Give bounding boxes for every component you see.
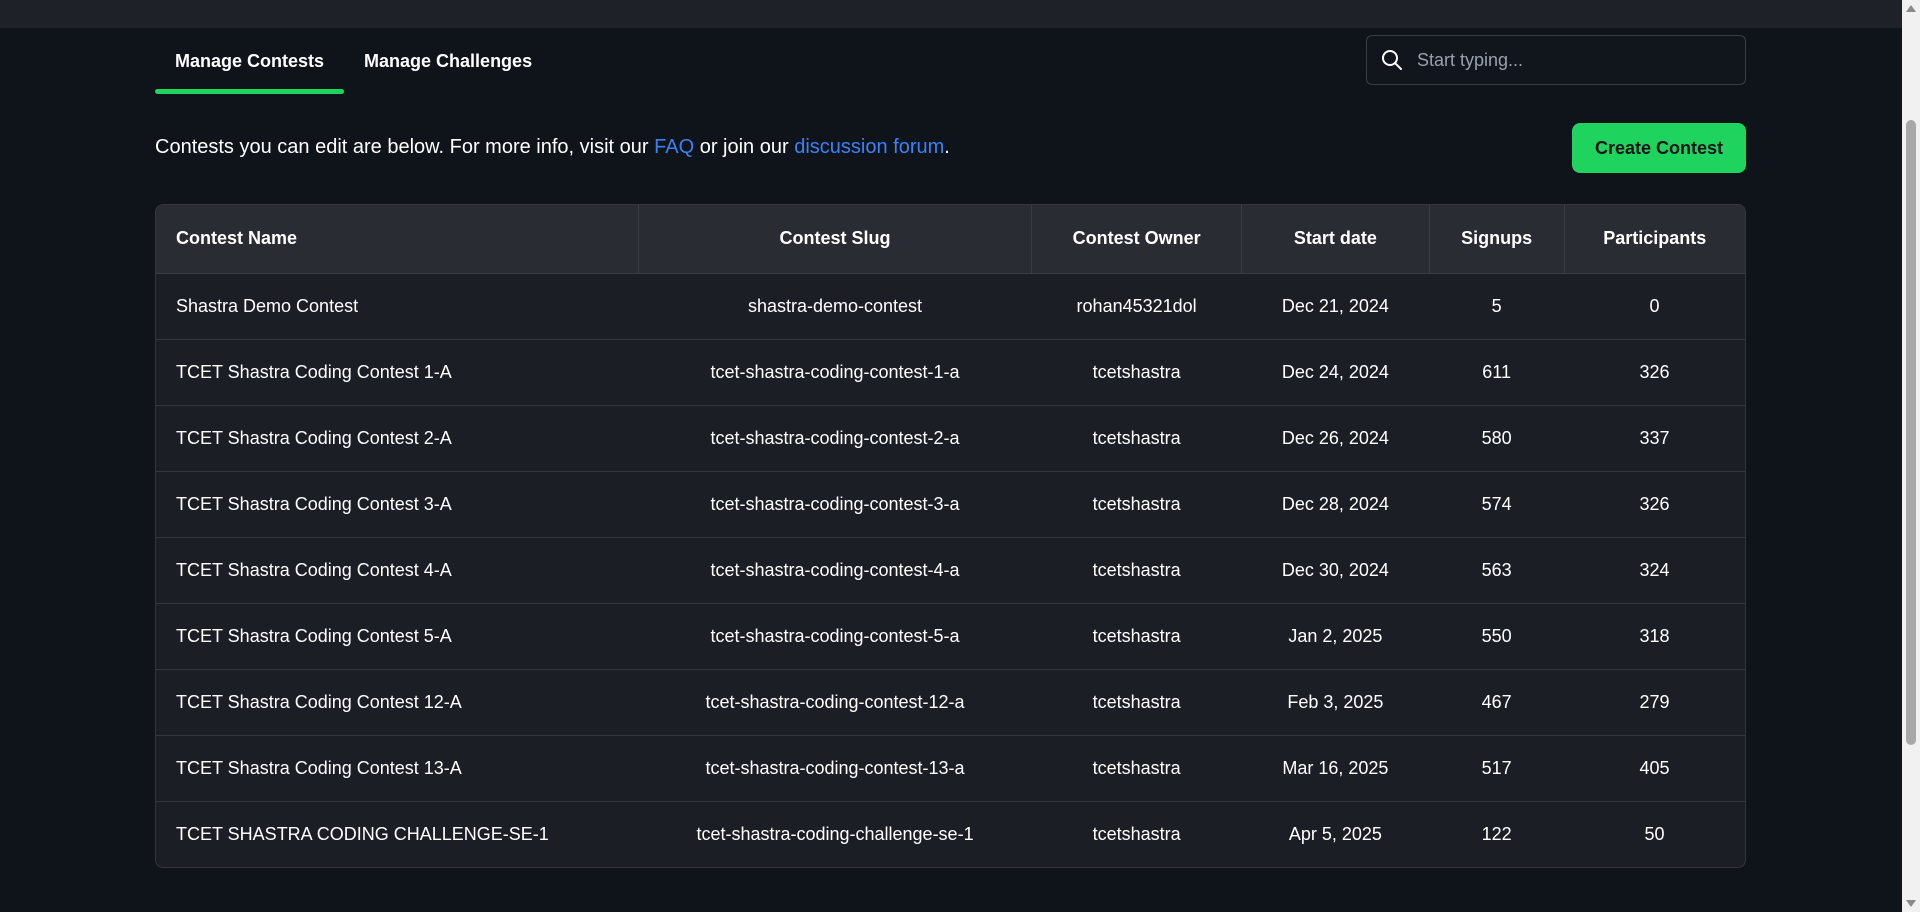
cell-contest-owner: tcetshastra [1092,823,1181,844]
cell-signups: 563 [1429,537,1565,604]
cell-start-date: Jan 2, 2025 [1241,603,1430,670]
cell-signups: 550 [1429,603,1565,670]
intro-text-before: Contests you can edit are below. For mor… [155,136,655,158]
cell-signups: 467 [1429,669,1565,736]
cell-participants: 324 [1564,537,1745,604]
cell-contest-name[interactable]: TCET Shastra Coding Contest 13-A [156,735,639,802]
cell-start-date: Dec 24, 2024 [1241,339,1430,406]
cell-start-date: Mar 16, 2025 [1241,735,1430,802]
search-input[interactable] [1417,49,1727,71]
header-signups[interactable]: Signups [1429,205,1565,274]
cell-contest-owner: tcetshastra [1031,405,1242,472]
cell-participants: 50 [1644,823,1665,844]
tab-label: Manage Contests [175,50,325,71]
top-bar [0,0,1902,28]
cell-participants: 337 [1564,405,1745,472]
cell-contest-owner: tcetshastra [1031,735,1242,802]
cell-start-date: Dec 30, 2024 [1241,537,1430,604]
cell-contest-name[interactable]: TCET Shastra Coding Contest 5-A [156,603,639,670]
scroll-down-icon[interactable] [1906,900,1916,907]
search-box [1366,35,1746,85]
header-start-date[interactable]: Start date [1241,205,1430,274]
table-row[interactable]: TCET Shastra Coding Contest 2-A tcet-sha… [156,405,1745,472]
create-contest-button[interactable]: Create Contest [1572,123,1746,173]
table-row[interactable]: TCET Shastra Coding Contest 4-A tcet-sha… [156,537,1745,604]
cell-contest-slug: tcet-shastra-coding-contest-13-a [638,735,1032,802]
table-row[interactable]: Shastra Demo Contest shastra-demo-contes… [156,273,1745,340]
tab-manage-challenges[interactable]: Manage Challenges [344,28,552,94]
cell-contest-slug: tcet-shastra-coding-contest-12-a [638,669,1032,736]
cell-participants: 326 [1564,339,1745,406]
cell-contest-name[interactable]: TCET Shastra Coding Contest 3-A [156,471,639,538]
cell-contest-slug: tcet-shastra-coding-challenge-se-1 [696,823,974,844]
cell-participants: 405 [1564,735,1745,802]
cell-contest-owner: rohan45321dol [1031,273,1242,340]
cell-contest-slug: tcet-shastra-coding-contest-2-a [638,405,1032,472]
table-row[interactable]: TCET Shastra Coding Contest 5-A tcet-sha… [156,603,1745,670]
cell-contest-slug: shastra-demo-contest [638,273,1032,340]
table-header-row: Contest Name Contest Slug Contest Owner … [156,205,1745,274]
cell-participants: 0 [1564,273,1745,340]
cell-contest-owner: tcetshastra [1031,537,1242,604]
cell-participants: 318 [1564,603,1745,670]
intro-text-after: . [944,136,950,158]
scroll-up-icon[interactable] [1906,5,1916,12]
header-contest-name[interactable]: Contest Name [156,205,639,274]
cell-start-date: Dec 26, 2024 [1241,405,1430,472]
vertical-scrollbar[interactable] [1902,0,1920,912]
tab-label: Manage Challenges [364,50,533,71]
cell-contest-slug: tcet-shastra-coding-contest-3-a [638,471,1032,538]
cell-contest-name[interactable]: TCET Shastra Coding Contest 4-A [156,537,639,604]
header-contest-slug[interactable]: Contest Slug [638,205,1033,274]
header-participants[interactable]: Participants [1564,205,1745,274]
cell-contest-owner: tcetshastra [1031,603,1242,670]
search-icon [1367,49,1417,71]
tab-manage-contests[interactable]: Manage Contests [155,28,345,94]
tab-bar: Manage Contests Manage Challenges [155,28,552,94]
contests-table: Contest Name Contest Slug Contest Owner … [155,204,1746,868]
cell-start-date: Feb 3, 2025 [1241,669,1430,736]
cell-signups: 580 [1429,405,1565,472]
header-contest-owner[interactable]: Contest Owner [1031,205,1243,274]
cell-signups: 574 [1429,471,1565,538]
cell-contest-owner: tcetshastra [1031,339,1242,406]
cell-contest-slug: tcet-shastra-coding-contest-5-a [638,603,1032,670]
cell-signups: 611 [1429,339,1565,406]
cell-contest-name[interactable]: TCET Shastra Coding Contest 1-A [156,339,639,406]
faq-link[interactable]: FAQ [654,136,694,158]
cell-participants: 326 [1564,471,1745,538]
cell-participants: 279 [1564,669,1745,736]
cell-start-date: Apr 5, 2025 [1288,823,1382,844]
cell-signups: 122 [1481,823,1512,844]
cell-contest-name[interactable]: TCET SHASTRA CODING CHALLENGE-SE-1 [156,801,638,867]
cell-contest-name[interactable]: TCET Shastra Coding Contest 2-A [156,405,639,472]
cell-start-date: Dec 28, 2024 [1241,471,1430,538]
cell-contest-name[interactable]: Shastra Demo Contest [156,273,639,340]
cell-contest-slug: tcet-shastra-coding-contest-4-a [638,537,1032,604]
table-row[interactable]: TCET Shastra Coding Contest 13-A tcet-sh… [156,735,1745,802]
cell-start-date: Dec 21, 2024 [1241,273,1430,340]
cell-contest-slug: tcet-shastra-coding-contest-1-a [638,339,1032,406]
cell-contest-owner: tcetshastra [1031,669,1242,736]
cell-signups: 517 [1429,735,1565,802]
intro-text-middle: or join our [694,136,795,158]
scrollbar-thumb[interactable] [1906,120,1916,745]
table-row[interactable]: TCET Shastra Coding Contest 3-A tcet-sha… [156,471,1745,538]
table-row[interactable]: TCET Shastra Coding Contest 12-A tcet-sh… [156,669,1745,736]
table-row[interactable]: TCET Shastra Coding Contest 1-A tcet-sha… [156,339,1745,406]
cell-contest-owner: tcetshastra [1031,471,1242,538]
cell-contest-name[interactable]: TCET Shastra Coding Contest 12-A [156,669,639,736]
cell-signups: 5 [1429,273,1565,340]
table-row[interactable]: TCET SHASTRA CODING CHALLENGE-SE-1 tcet-… [156,801,1745,867]
discussion-forum-link[interactable]: discussion forum [794,136,944,158]
intro-text: Contests you can edit are below. For mor… [155,136,950,159]
